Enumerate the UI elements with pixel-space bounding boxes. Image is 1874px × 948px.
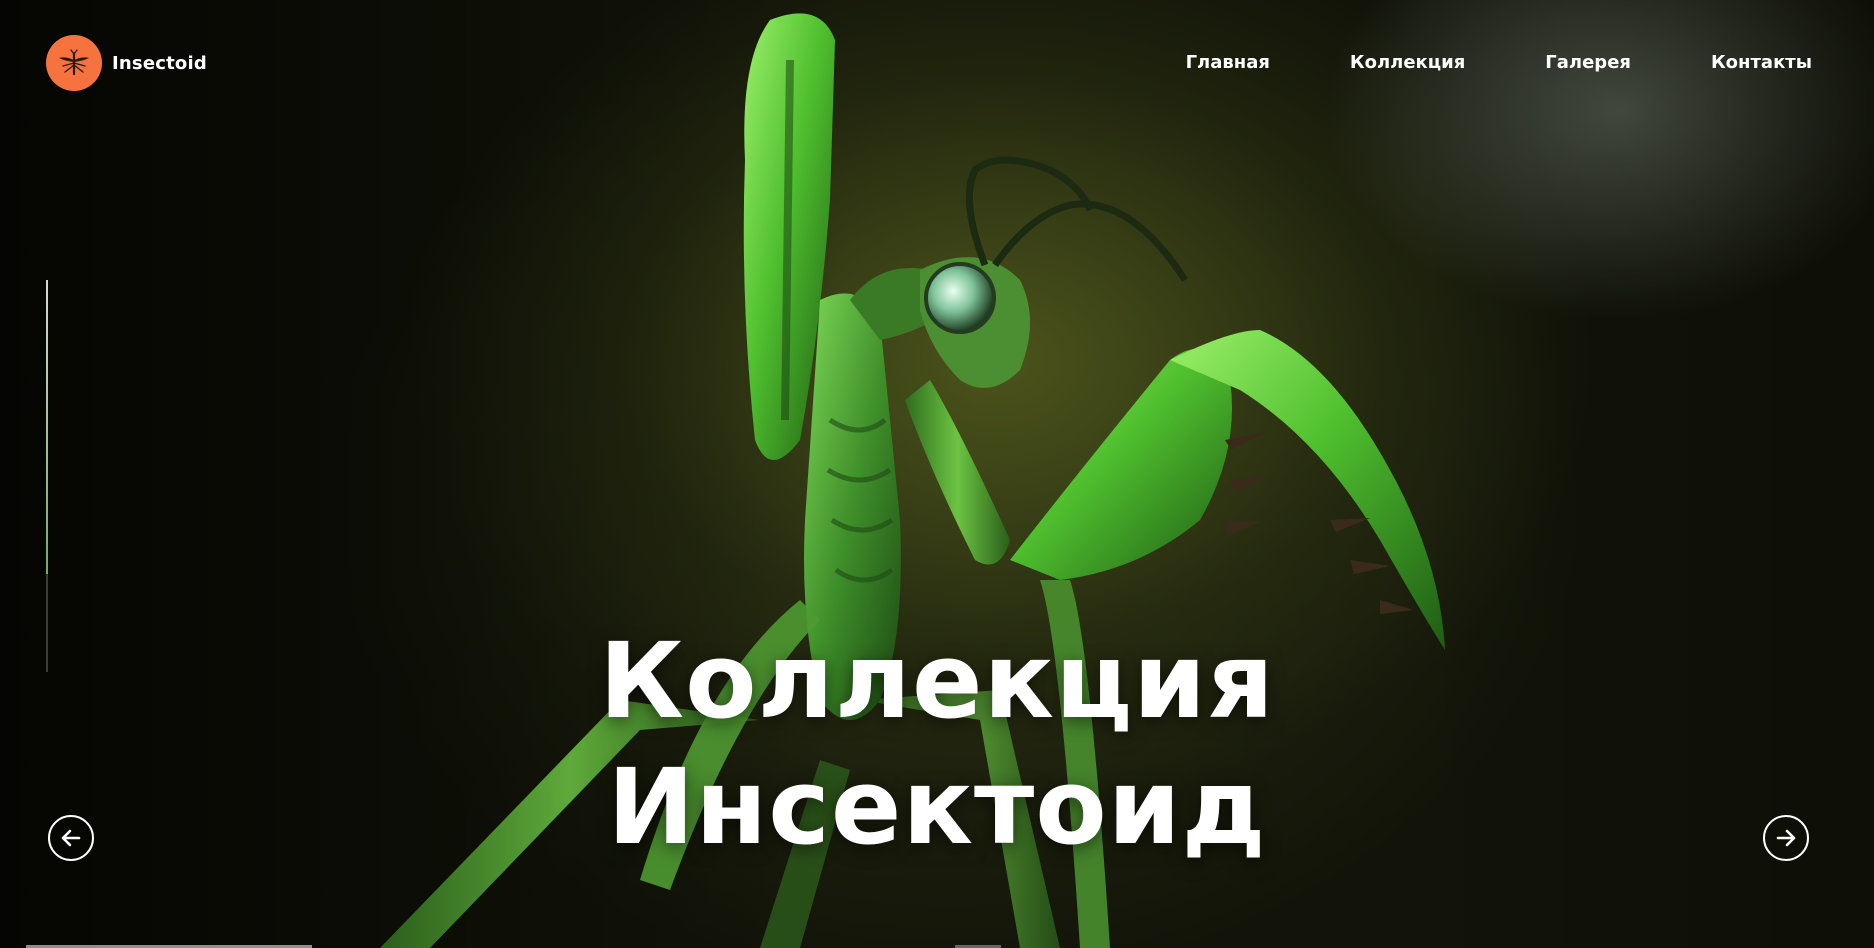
brand-name: Insectoid [112, 52, 207, 74]
arrow-right-icon [1776, 829, 1796, 847]
slide-indicators [0, 944, 1874, 948]
site-header: Insectoid Главная Коллекция Галерея Конт… [0, 0, 1874, 110]
slide-progress-fill [46, 280, 48, 574]
prev-slide-button[interactable] [48, 815, 94, 861]
mosquito-icon [46, 35, 102, 91]
nav-item-collection[interactable]: Коллекция [1350, 52, 1465, 73]
hero-title-line2: Инсектоид [607, 746, 1267, 868]
arrow-left-icon [61, 829, 81, 847]
next-slide-button[interactable] [1763, 815, 1809, 861]
hero-title-line1: Коллекция [599, 620, 1275, 742]
hero-section: Insectoid Главная Коллекция Галерея Конт… [0, 0, 1874, 948]
slide-progress-track [46, 280, 48, 672]
nav-item-contacts[interactable]: Контакты [1711, 52, 1812, 73]
hero-title: Коллекция Инсектоид [0, 618, 1874, 870]
nav-item-gallery[interactable]: Галерея [1545, 52, 1631, 73]
nav-item-home[interactable]: Главная [1186, 52, 1270, 73]
logo[interactable]: Insectoid [46, 35, 207, 91]
main-nav: Главная Коллекция Галерея Контакты [1186, 52, 1812, 73]
